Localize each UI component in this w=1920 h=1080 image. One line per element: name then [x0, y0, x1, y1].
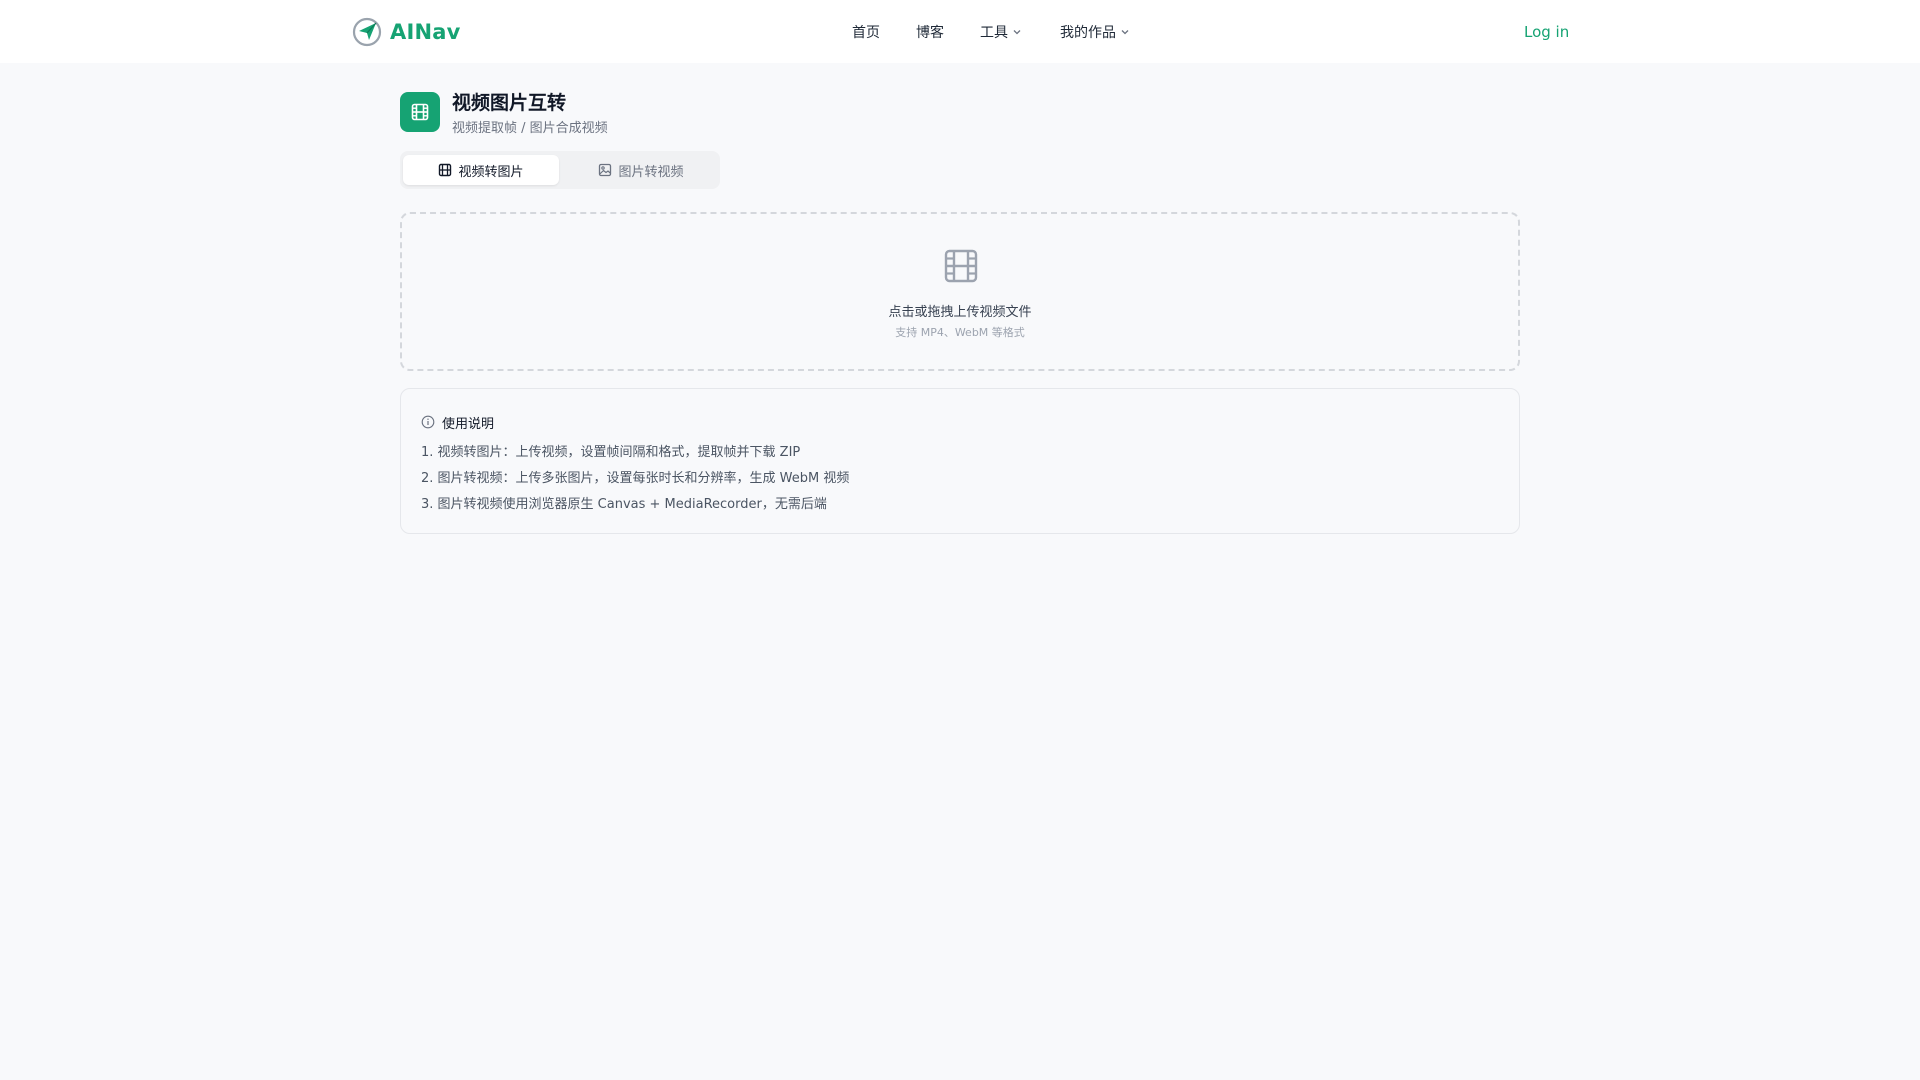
- chevron-down-icon: [1121, 30, 1129, 35]
- paper-plane-logo-icon: [352, 17, 382, 47]
- login-link[interactable]: Log in: [1524, 21, 1569, 43]
- tab-label: 图片转视频: [618, 164, 684, 180]
- brand-name: AINav: [390, 20, 461, 44]
- tab-image-to-video[interactable]: 图片转视频: [563, 155, 719, 185]
- instruction-item: 1. 视频转图片：上传视频，设置帧间隔和格式，提取帧并下载 ZIP: [421, 445, 801, 460]
- image-icon: [599, 163, 612, 177]
- page-title: 视频图片互转: [452, 92, 567, 114]
- instruction-item: 3. 图片转视频使用浏览器原生 Canvas + MediaRecorder，无…: [421, 497, 827, 512]
- tab-label: 视频转图片: [458, 164, 524, 180]
- instructions-title: 使用说明: [442, 416, 495, 432]
- upload-format-hint: 支持 MP4、WebM 等格式: [895, 326, 1025, 339]
- nav-item-label: 首页: [852, 25, 880, 41]
- page-title-icon-badge: [400, 92, 440, 132]
- film-icon: [439, 163, 452, 177]
- nav-item-label: 我的作品: [1060, 25, 1116, 41]
- nav-item-my-works[interactable]: 我的作品: [1060, 21, 1130, 43]
- nav-item-tools[interactable]: 工具: [980, 21, 1022, 43]
- nav-item-blog[interactable]: 博客: [916, 21, 944, 43]
- film-icon: [944, 249, 978, 283]
- page-subtitle: 视频提取帧 / 图片合成视频: [452, 121, 608, 136]
- brand-logo-link[interactable]: AINav: [352, 16, 461, 48]
- usage-instructions-card: 使用说明 1. 视频转图片：上传视频，设置帧间隔和格式，提取帧并下载 ZIP 2…: [400, 388, 1520, 534]
- instruction-item: 2. 图片转视频：上传多张图片，设置每张时长和分辨率，生成 WebM 视频: [421, 471, 850, 486]
- info-icon: [421, 415, 435, 429]
- nav-item-label: 博客: [916, 25, 944, 41]
- upload-prompt: 点击或拖拽上传视频文件: [888, 305, 1032, 320]
- chevron-down-icon: [1013, 30, 1021, 35]
- video-upload-dropzone[interactable]: 点击或拖拽上传视频文件 支持 MP4、WebM 等格式: [400, 212, 1520, 371]
- top-navbar: AINav 首页 博客 工具 我的作品 Log in: [0, 0, 1920, 63]
- tab-video-to-image[interactable]: 视频转图片: [403, 155, 559, 185]
- film-icon: [411, 103, 429, 121]
- nav-item-home[interactable]: 首页: [852, 21, 880, 43]
- nav-item-label: 工具: [980, 25, 1008, 41]
- instructions-heading: 使用说明: [421, 412, 494, 432]
- mode-tabs: 视频转图片 图片转视频: [400, 151, 720, 189]
